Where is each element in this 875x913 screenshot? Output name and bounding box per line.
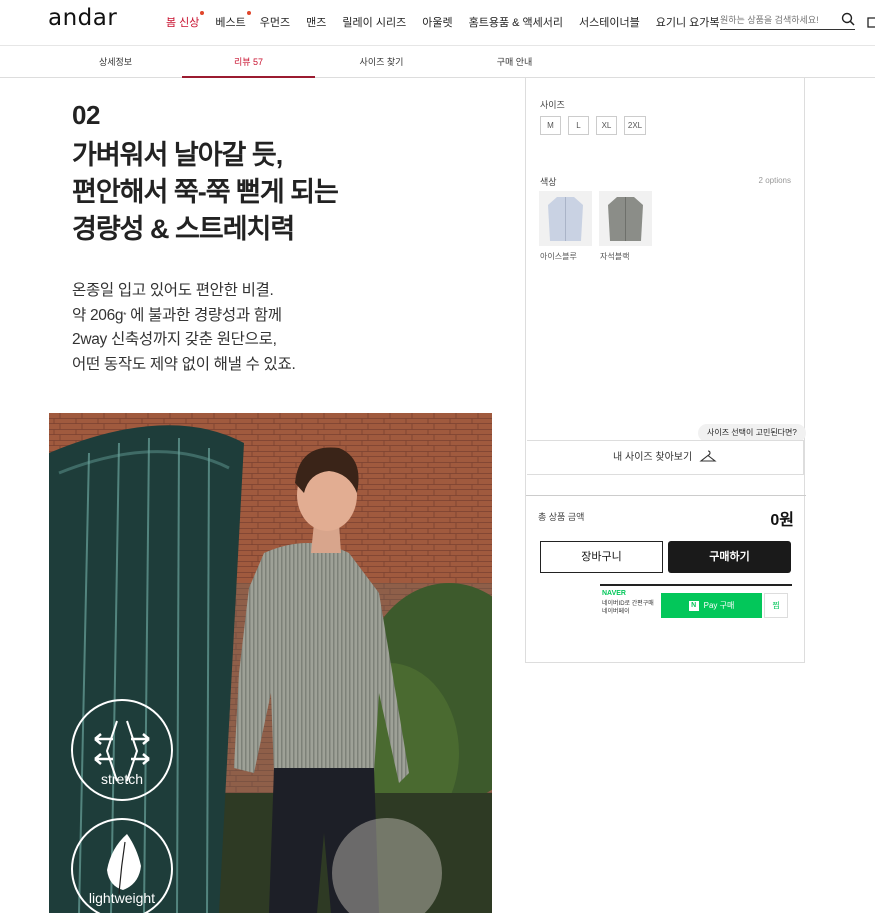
cart-icon[interactable] (866, 14, 875, 28)
naver-wishlist-button[interactable]: 찜 (764, 593, 788, 618)
size-option-l[interactable]: L (568, 116, 589, 135)
nav-item-outlet[interactable]: 아울렛 (422, 14, 452, 30)
color-name-iceblue: 아이스블루 (540, 252, 577, 261)
buy-now-button[interactable]: 구매하기 (668, 541, 791, 573)
tab-size-finder[interactable]: 사이즈 찾기 (315, 46, 448, 78)
nav-item-relay-series[interactable]: 릴레이 시리즈 (342, 14, 406, 30)
andar-logo[interactable]: andar (48, 5, 117, 31)
naver-logo: NAVER (602, 590, 626, 597)
new-dot-icon (200, 11, 205, 15)
headline-line-3: 경량성 & 스트레치력 (72, 214, 295, 244)
tab-details[interactable]: 상세정보 (49, 46, 182, 78)
description-line-2: 약 206g* 에 불과한 경량성과 함께 (72, 306, 282, 324)
color-label: 색상 (540, 177, 557, 187)
lightweight-badge: lightweight (71, 818, 173, 913)
detail-tab-bar: 상세정보 리뷰 57 사이즈 찾기 구매 안내 (0, 46, 875, 78)
tab-reviews[interactable]: 리뷰 57 (182, 46, 315, 78)
shirt-thumbnail-icon (548, 197, 583, 241)
site-header: andar 봄 신상 베스트 우먼즈 맨즈 릴레이 시리즈 아울렛 홈트용품 &… (0, 0, 875, 46)
size-label: 사이즈 (540, 100, 565, 110)
feature-description: 온종일 입고 있어도 편안한 비결. 약 206g* 에 불과한 경량성과 함께… (72, 279, 296, 377)
total-price-label: 총 상품 금액 (538, 512, 585, 522)
nav-item-yogini[interactable]: 요기니 요가복 (656, 14, 720, 30)
naver-n-icon: N (688, 600, 699, 611)
main-nav: 봄 신상 베스트 우먼즈 맨즈 릴레이 시리즈 아울렛 홈트용품 & 액세서리 … (166, 11, 736, 30)
search-box (720, 10, 855, 30)
lightweight-label: lightweight (88, 890, 156, 906)
nav-item-sustainable[interactable]: 서스테이너블 (579, 14, 640, 30)
stretch-label: stretch (100, 771, 143, 787)
color-option-count: 2 options (758, 176, 791, 185)
size-option-2xl[interactable]: 2XL (624, 116, 646, 135)
product-photo: stretch lightweight (49, 413, 492, 913)
feature-number: 02 (72, 100, 100, 130)
nav-item-best[interactable]: 베스트 (215, 11, 251, 30)
add-to-cart-button[interactable]: 장바구니 (540, 541, 663, 573)
purchase-panel: 사이즈 M L XL 2XL 색상 2 options 아이스블루 자석블랙 사… (525, 78, 806, 663)
nav-item-spring-new[interactable]: 봄 신상 (166, 11, 205, 30)
new-dot-icon (246, 11, 251, 15)
naver-pay-button[interactable]: N Pay 구매 (661, 593, 762, 618)
naver-pay-desc: 네이버ID로 간편구매 네이버페이 (602, 601, 654, 615)
stretch-badge: stretch (71, 699, 173, 801)
tab-purchase-guide[interactable]: 구매 안내 (448, 46, 581, 78)
headline-line-2: 편안해서 쭉-쭉 뻗게 되는 (72, 177, 339, 207)
description-line-1: 온종일 입고 있어도 편안한 비결. (72, 282, 274, 299)
search-input[interactable] (720, 11, 830, 29)
size-option-xl[interactable]: XL (596, 116, 617, 135)
nav-item-womens[interactable]: 우먼즈 (260, 14, 290, 30)
color-name-black: 자석블랙 (600, 252, 630, 261)
description-line-3: 2way 신축성까지 갖춘 원단으로, (72, 331, 277, 348)
find-my-size-button[interactable]: 내 사이즈 찾아보기 (527, 440, 804, 475)
naver-pay-area: NAVER 네이버ID로 간편구매 네이버페이 N Pay 구매 찜 (600, 584, 792, 619)
total-price-value: 0원 (770, 512, 794, 529)
nav-item-home-training[interactable]: 홈트용품 & 액세서리 (469, 14, 563, 30)
panel-divider (526, 495, 806, 496)
hanger-icon (699, 450, 717, 462)
search-icon[interactable] (841, 12, 855, 26)
headline-line-1: 가벼워서 날아갈 듯, (72, 140, 283, 170)
nav-item-mens[interactable]: 맨즈 (306, 14, 326, 30)
feature-headline: 가벼워서 날아갈 듯, 편안해서 쭉-쭉 뻗게 되는 경량성 & 스트레치력 (72, 137, 339, 248)
description-line-4: 어떤 동작도 제약 없이 해낼 수 있죠. (72, 355, 296, 373)
size-option-m[interactable]: M (540, 116, 561, 135)
shirt-thumbnail-icon (608, 197, 643, 241)
color-swatch-black[interactable] (599, 191, 652, 246)
color-swatch-iceblue[interactable] (539, 191, 592, 246)
